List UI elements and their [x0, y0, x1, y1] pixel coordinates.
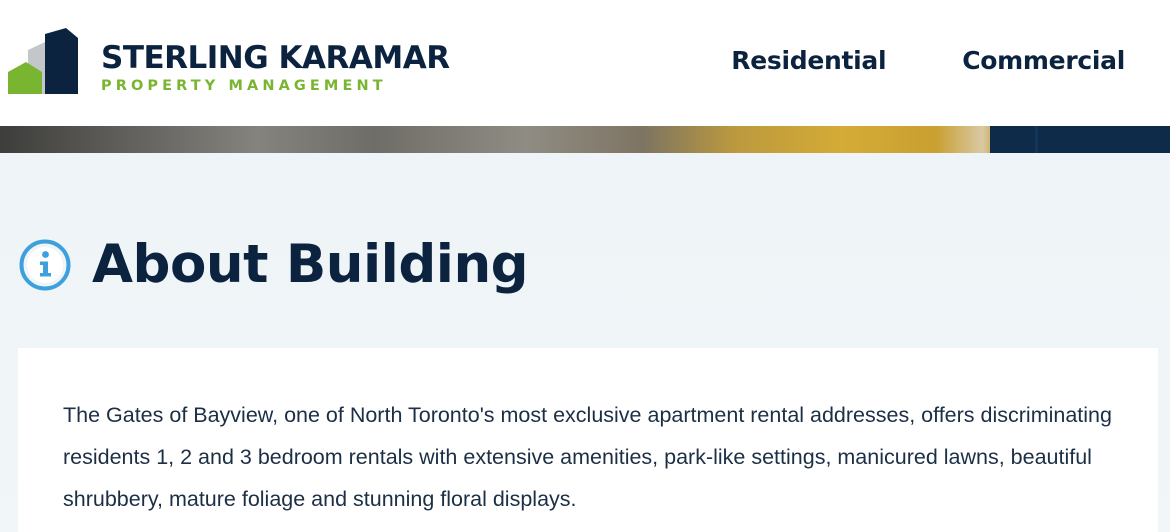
brand-logo[interactable]: STERLING KARAMAR PROPERTY MANAGEMENT	[8, 26, 468, 96]
hero-image	[0, 126, 1170, 153]
building-description: The Gates of Bayview, one of North Toron…	[63, 403, 1112, 511]
description-card: The Gates of Bayview, one of North Toron…	[18, 348, 1158, 532]
nav-residential[interactable]: Residential	[731, 44, 886, 78]
brand-name: STERLING KARAMAR	[101, 40, 450, 76]
page-title: About Building	[92, 234, 529, 295]
site-header: STERLING KARAMAR PROPERTY MANAGEMENT Res…	[0, 0, 1170, 126]
hero-dark-panel	[990, 126, 1170, 153]
brand-subtitle: PROPERTY MANAGEMENT	[101, 78, 387, 94]
main-nav: Residential Commercial	[731, 44, 1125, 78]
section-heading: About Building	[18, 234, 529, 295]
about-building-section: About Building The Gates of Bayview, one…	[0, 153, 1170, 532]
nav-commercial[interactable]: Commercial	[962, 44, 1125, 78]
hero-divider	[1035, 126, 1038, 153]
building-logo-icon	[8, 28, 78, 94]
info-circle-icon	[19, 239, 71, 291]
